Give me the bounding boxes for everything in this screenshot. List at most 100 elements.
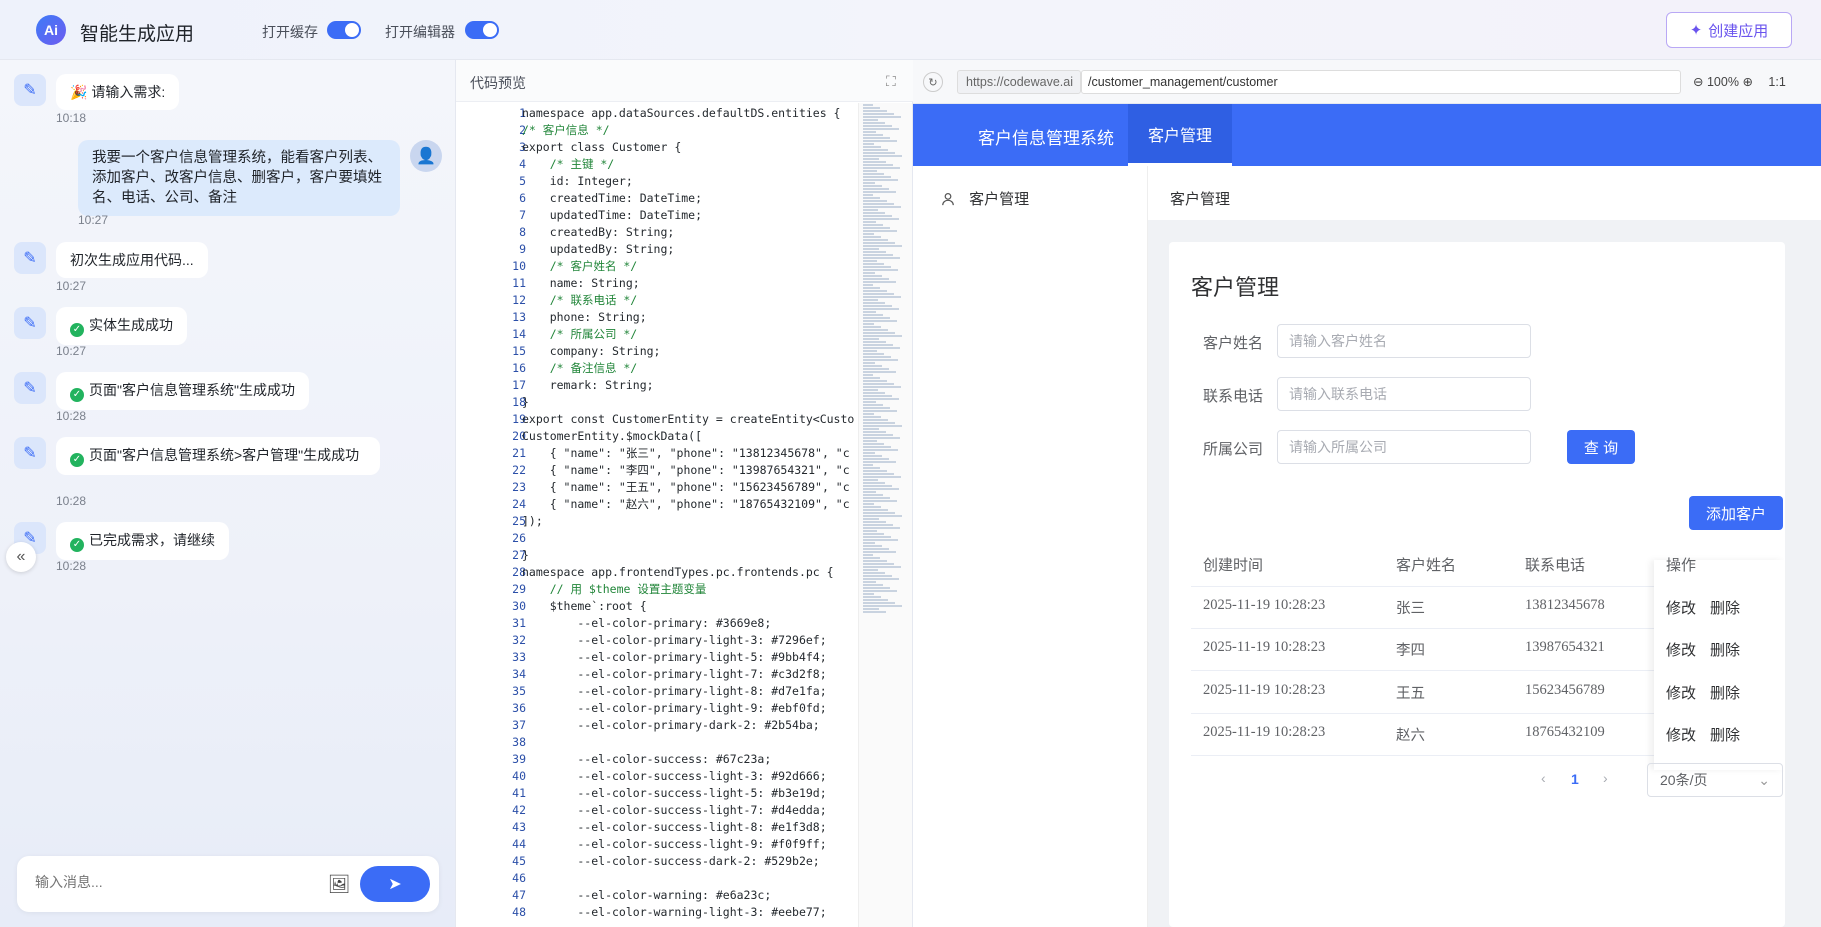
line-number: 3 xyxy=(519,140,526,154)
name-input[interactable]: 请输入客户姓名 xyxy=(1277,324,1531,358)
minimap-line xyxy=(863,509,888,511)
prev-page-icon[interactable]: ‹ xyxy=(1541,770,1546,786)
minimap-line xyxy=(863,161,886,163)
next-page-icon[interactable]: › xyxy=(1603,770,1608,786)
code-editor[interactable]: 1 namespace app.dataSources.defaultDS.ent… xyxy=(456,105,856,927)
line-number: 32 xyxy=(512,633,526,647)
message-input[interactable] xyxy=(35,874,265,890)
minimap-line xyxy=(863,113,894,115)
minimap-line xyxy=(863,245,902,247)
cell-name: 赵六 xyxy=(1396,728,1425,744)
line-number: 9 xyxy=(519,242,526,256)
chat-message: ✓ 实体生成成功 xyxy=(56,307,187,345)
code-line: 42 --el-color-success-light-7: #d4edda; xyxy=(456,802,856,819)
edit-link[interactable]: 修改 xyxy=(1666,724,1696,745)
minimap-line xyxy=(863,299,878,301)
minimap-line xyxy=(863,392,885,394)
phone-label: 联系电话 xyxy=(1203,388,1264,405)
message-time: 10:18 xyxy=(56,111,87,125)
send-button[interactable]: ➤ xyxy=(360,866,430,902)
bot-avatar-icon: ✎ xyxy=(14,307,46,339)
line-number: 29 xyxy=(512,582,526,596)
code-text: --el-color-primary-light-9: #ebf0fd; xyxy=(522,701,827,715)
code-text: --el-color-primary-dark-2: #2b54ba; xyxy=(522,718,820,732)
delete-link[interactable]: 删除 xyxy=(1710,682,1740,703)
code-line: 15 company: String; xyxy=(456,343,856,360)
message-time: 10:28 xyxy=(56,409,87,423)
fullscreen-icon[interactable]: ⛶ xyxy=(886,73,896,90)
code-line: 45 --el-color-success-dark-2: #529b2e; xyxy=(456,853,856,870)
delete-link[interactable]: 删除 xyxy=(1710,639,1740,660)
minimap-line xyxy=(863,608,879,610)
image-upload-icon[interactable]: 🖼 xyxy=(327,872,351,896)
minimap-line xyxy=(863,260,877,262)
minimap-line xyxy=(863,188,889,190)
zoom-out-icon[interactable]: ⊖ xyxy=(1693,75,1703,89)
nav-tab-customer[interactable]: 客户管理 xyxy=(1128,104,1232,166)
code-line: 21 { "name": "张三", "phone": "13812345678… xyxy=(456,445,856,462)
query-button[interactable]: 查 询 xyxy=(1567,430,1635,464)
line-number: 39 xyxy=(512,752,526,766)
minimap-line xyxy=(863,167,900,169)
delete-link[interactable]: 删除 xyxy=(1710,724,1740,745)
collapse-panel-icon[interactable]: « xyxy=(6,542,36,572)
actual-size-ratio[interactable]: 1:1 xyxy=(1768,75,1785,89)
column-header-actions: 操作 xyxy=(1666,557,1697,574)
minimap-line xyxy=(863,407,890,409)
phone-input[interactable]: 请输入联系电话 xyxy=(1277,377,1531,411)
page-title: 客户管理 xyxy=(1191,275,1280,300)
line-number: 11 xyxy=(512,276,526,290)
zoom-in-icon[interactable]: ⊕ xyxy=(1742,75,1752,89)
company-input[interactable]: 请输入所属公司 xyxy=(1277,430,1531,464)
create-app-button[interactable]: ✦ 创建应用 xyxy=(1666,12,1792,48)
ai-logo: Ai xyxy=(36,15,66,45)
line-number: 20 xyxy=(512,429,526,443)
minimap-line xyxy=(863,221,876,223)
minimap-line xyxy=(863,557,880,559)
code-line: 26 xyxy=(456,530,856,547)
cell-phone: 15623456789 xyxy=(1525,682,1605,698)
message-time: 10:27 xyxy=(78,213,109,227)
minimap-line xyxy=(863,296,901,298)
edit-link[interactable]: 修改 xyxy=(1666,597,1696,618)
page-size-select[interactable]: 20条/页 ⌄ xyxy=(1647,763,1783,797)
minimap-line xyxy=(863,215,892,217)
minimap-line xyxy=(863,467,880,469)
url-path-input[interactable]: /customer_management/customer xyxy=(1081,70,1681,94)
minimap-line xyxy=(863,452,875,454)
minimap-line xyxy=(863,164,893,166)
minimap-line xyxy=(863,374,873,376)
refresh-icon[interactable]: ↻ xyxy=(923,72,943,92)
editor-toggle[interactable] xyxy=(465,21,499,39)
minimap-line xyxy=(863,281,896,283)
code-text: export class Customer { xyxy=(522,140,682,154)
code-line: 12 /* 联系电话 */ xyxy=(456,292,856,309)
line-number: 37 xyxy=(512,718,526,732)
code-line: 19 export const CustomerEntity = createEn… xyxy=(456,411,856,428)
code-line: 43 --el-color-success-light-8: #e1f3d8; xyxy=(456,819,856,836)
delete-link[interactable]: 删除 xyxy=(1710,597,1740,618)
cell-phone: 18765432109 xyxy=(1525,724,1605,740)
code-text: --el-color-success-light-7: #d4edda; xyxy=(522,803,827,817)
add-customer-button[interactable]: 添加客户 xyxy=(1689,496,1783,530)
code-text: CustomerEntity.$mockData([ xyxy=(522,429,703,443)
minimap-line xyxy=(863,482,885,484)
cache-toggle[interactable] xyxy=(327,21,361,39)
code-text: namespace app.dataSources.defaultDS.enti… xyxy=(522,106,841,120)
code-line: 28 namespace app.frontendTypes.pc.fronten… xyxy=(456,564,856,581)
sidebar-item-customer[interactable]: 客户管理 xyxy=(941,188,1029,209)
code-text: --el-color-warning: #e6a23c; xyxy=(522,888,772,902)
line-number: 46 xyxy=(512,871,526,885)
current-page[interactable]: 1 xyxy=(1571,771,1579,787)
line-number: 1 xyxy=(519,106,526,120)
edit-link[interactable]: 修改 xyxy=(1666,682,1696,703)
minimap-line xyxy=(863,548,889,550)
minimap-line xyxy=(863,332,895,334)
minimap-line xyxy=(863,320,897,322)
code-minimap[interactable] xyxy=(858,103,912,927)
code-line: 46 xyxy=(456,870,856,887)
line-number: 41 xyxy=(512,786,526,800)
code-text: updatedTime: DateTime; xyxy=(522,208,703,222)
edit-link[interactable]: 修改 xyxy=(1666,639,1696,660)
minimap-line xyxy=(863,440,877,442)
